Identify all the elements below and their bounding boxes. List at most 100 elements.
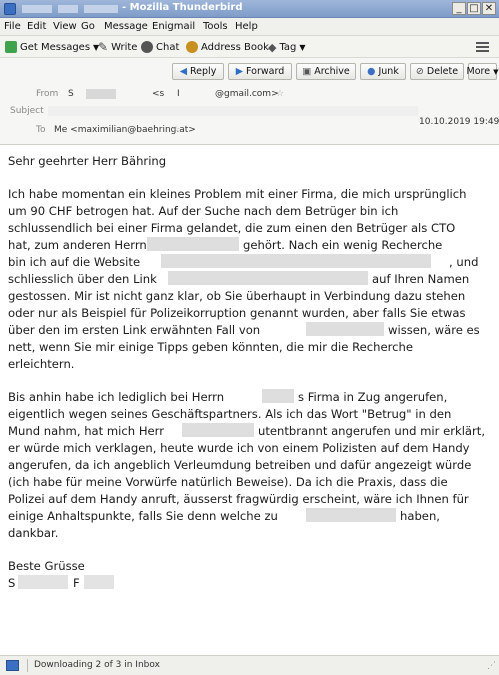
redaction [306,322,384,336]
redaction [84,5,118,13]
star-icon[interactable]: ☆ [276,89,284,99]
activity-icon[interactable] [6,660,19,671]
subject-label: Subject [10,106,44,116]
redaction [161,254,431,268]
body-line: über den im ersten Link erwähnten Fall v… [8,323,261,337]
tag-button[interactable]: ◆ Tag ▼ [268,39,306,55]
chat-button[interactable]: Chat [141,39,179,55]
body-line: Bis anhin habe ich lediglich bei Herrn [8,390,225,404]
chat-label: Chat [156,41,180,53]
redaction [147,237,239,251]
get-messages-label: Get Messages [20,41,91,53]
address-book-button[interactable]: Address Book [186,39,269,55]
redaction [182,423,254,437]
tag-icon: ◆ [268,40,277,54]
status-text: Downloading 2 of 3 in Inbox [34,660,160,670]
redaction [86,89,116,99]
delete-icon: ⊘ [415,66,424,77]
signature-initial-s: S [8,576,16,590]
app-menu-icon[interactable] [476,42,489,52]
archive-button[interactable]: ▣ Archive [296,63,356,80]
menu-tools[interactable]: Tools [203,21,228,32]
menu-bar: File Edit View Go Message Enigmail Tools… [0,18,499,36]
tag-label: Tag [279,41,297,53]
redacted-char: I [177,89,180,99]
redaction [18,575,68,589]
delete-label: Delete [426,66,459,77]
menu-go[interactable]: Go [81,21,95,32]
body-line: um 90 CHF betrogen hat. Auf der Suche na… [8,204,399,218]
body-line: auf Ihren Namen [372,272,470,286]
signature-initial-f: F [73,576,80,590]
from-email-end[interactable]: @gmail.com> [215,89,279,99]
redaction [168,271,368,285]
body-line: einige Anhaltspunkte, falls Sie denn wel… [8,509,278,523]
divider [27,659,28,672]
body-line: Polizei auf dem Handy anruft, äusserst f… [8,492,469,506]
junk-icon: ● [367,66,376,77]
greeting: Sehr geehrter Herr Bähring [8,154,167,168]
body-line: gestossen. Mir ist nicht ganz klar, ob S… [8,289,466,303]
junk-button[interactable]: ● Junk [360,63,406,80]
body-line: eigentlich wegen seines Geschäftspartner… [8,407,452,421]
delete-button[interactable]: ⊘ Delete [410,63,464,80]
to-label: To [36,125,46,135]
body-line: hat, zum anderen Herrn [8,238,147,252]
body-line: utentbrannt angerufen und mir erklärt, [258,424,486,438]
body-line: nett, wenn Sie mir einige Tipps geben kö… [8,340,413,354]
reply-label: Reply [190,66,217,77]
body-line: angerufen, da ich angeblich Verleumdung … [8,458,472,472]
minimize-button[interactable]: _ [452,2,466,15]
forward-icon: ▶ [235,66,244,77]
body-line: erleichtern. [8,357,75,371]
pencil-icon: ✎ [98,40,109,54]
address-book-label: Address Book [201,41,269,53]
menu-view[interactable]: View [53,21,77,32]
message-date: 10.10.2019 19:49 [419,117,499,127]
from-email-start[interactable]: <s [152,89,164,99]
forward-button[interactable]: ▶ Forward [228,63,292,80]
window-title: - Mozilla Thunderbird [122,2,243,13]
menu-message[interactable]: Message [104,21,148,32]
thunderbird-icon [4,3,16,15]
body-line: schliesslich über den Link [8,272,157,286]
body-line: (ich habe für meine Vorwürfe natürlich B… [8,475,448,489]
contacts-icon [186,41,198,53]
status-bar: Downloading 2 of 3 in Inbox ⋰ [0,655,499,675]
maximize-button[interactable]: □ [467,2,481,15]
close-button[interactable]: ✕ [482,2,496,15]
redaction [306,508,396,522]
body-line: bin ich auf die Website [8,255,141,269]
forward-label: Forward [246,66,285,77]
menu-help[interactable]: Help [235,21,258,32]
body-line: s Firma in Zug angerufen, [298,390,448,404]
from-name[interactable]: S [68,89,74,99]
star-icon[interactable]: ☆ [172,125,180,135]
body-line: Mund nahm, hat mich Herr [8,424,164,438]
body-line: Ich habe momentan ein kleines Problem mi… [8,187,467,201]
menu-file[interactable]: File [4,21,21,32]
menu-edit[interactable]: Edit [27,21,46,32]
chevron-down-icon: ▼ [299,42,306,52]
body-line: er würde mich verklagen, heute wurde ich… [8,441,470,455]
title-bar: - Mozilla Thunderbird _ □ ✕ [0,0,499,18]
chevron-down-icon: ▼ [493,67,499,76]
body-line: , und [449,255,479,269]
resize-grip-icon[interactable]: ⋰ [487,661,496,671]
reply-button[interactable]: ◀ Reply [172,63,224,80]
more-label: More [466,66,491,77]
get-messages-button[interactable]: Get Messages ▼ [5,39,99,55]
body-line: gehört. Nach ein wenig Recherche [243,238,443,252]
redacted-subject [48,106,418,116]
chat-icon [141,41,153,53]
more-button[interactable]: More ▼ [466,63,499,80]
menu-enigmail[interactable]: Enigmail [152,21,195,32]
redaction [58,5,78,13]
redaction [22,5,52,13]
write-button[interactable]: ✎ Write [98,39,137,55]
redaction [262,389,294,403]
archive-label: Archive [314,66,350,77]
body-line: haben, [400,509,440,523]
archive-icon: ▣ [302,66,312,77]
body-line: wissen, wäre es [388,323,480,337]
